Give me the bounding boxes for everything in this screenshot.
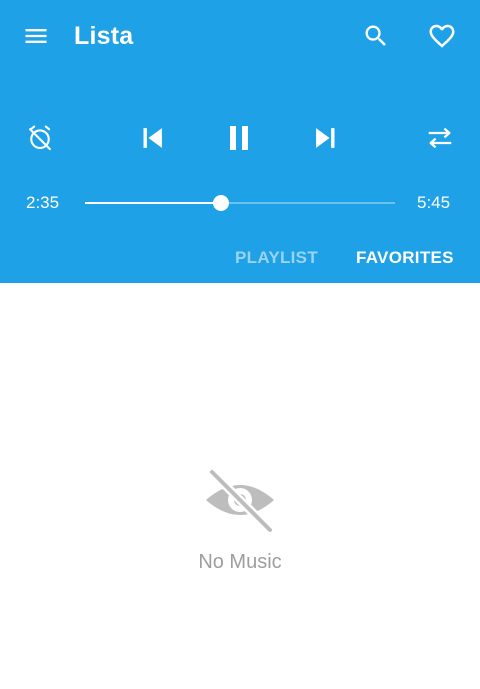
menu-button[interactable] (14, 14, 58, 58)
tab-bar: PLAYLIST FAVORITES (0, 238, 480, 278)
app-bar: Lista (0, 0, 480, 72)
sleep-timer-button[interactable] (12, 110, 68, 166)
skip-previous-icon (143, 128, 162, 148)
app-title: Lista (74, 22, 134, 50)
search-icon (365, 25, 386, 46)
player-header: Lista 2:35 5:45 PLAYLIST FAVORITES (0, 0, 480, 283)
playback-controls (0, 110, 480, 166)
tab-favorites[interactable]: FAVORITES (356, 238, 454, 278)
heart-outline-icon (429, 24, 455, 48)
seek-thumb[interactable] (213, 195, 230, 211)
skip-previous-button[interactable] (124, 110, 180, 166)
seek-bar[interactable] (85, 192, 395, 214)
sleep-timer-off-icon (29, 125, 51, 151)
pause-button[interactable] (211, 110, 267, 166)
favorite-button[interactable] (420, 14, 464, 58)
repeat-button[interactable] (412, 110, 468, 166)
seek-progress (85, 202, 222, 204)
eye-off-icon (206, 467, 275, 535)
skip-next-button[interactable] (298, 110, 354, 166)
search-button[interactable] (354, 14, 398, 58)
empty-state: No Music (0, 460, 480, 580)
repeat-icon (428, 127, 452, 149)
pause-icon (230, 126, 248, 150)
skip-next-icon (316, 128, 335, 148)
menu-icon (25, 29, 47, 43)
empty-message: No Music (198, 551, 282, 573)
current-time: 2:35 (26, 193, 60, 212)
tab-playlist[interactable]: PLAYLIST (235, 238, 318, 278)
total-time: 5:45 (417, 193, 451, 212)
